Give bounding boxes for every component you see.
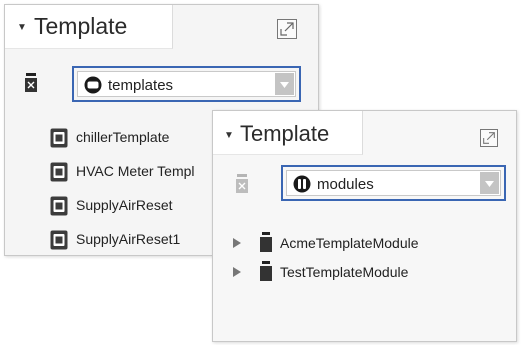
library-select[interactable]: modules xyxy=(281,165,506,201)
collapse-arrow-icon[interactable]: ▼ xyxy=(17,22,27,33)
jar-icon xyxy=(260,232,272,252)
tree-node-label: AcmeTemplateModule xyxy=(280,235,419,251)
library-select[interactable]: templates xyxy=(72,66,301,102)
expand-arrow-icon[interactable] xyxy=(233,267,241,277)
template-panel-modules: ▼ Template modules AcmeTemplateModule Te… xyxy=(212,110,517,342)
module-circle-icon xyxy=(293,175,311,193)
dropdown-button[interactable] xyxy=(480,172,499,194)
expand-icon[interactable] xyxy=(480,129,498,147)
tree-node-label: TestTemplateModule xyxy=(280,264,409,280)
list-item-label: SupplyAirReset1 xyxy=(76,231,181,247)
template-file-icon xyxy=(50,230,68,250)
tree-node[interactable]: AcmeTemplateModule xyxy=(233,232,493,254)
template-file-icon xyxy=(50,128,68,148)
jar-icon xyxy=(236,174,248,193)
list-item-label: SupplyAirReset xyxy=(76,197,173,213)
panel-header: ▼ Template xyxy=(5,5,318,53)
template-circle-icon xyxy=(84,76,102,94)
select-value: modules xyxy=(317,176,374,193)
select-value: templates xyxy=(108,77,174,94)
expand-icon[interactable] xyxy=(277,19,297,39)
chevron-down-icon xyxy=(485,181,494,187)
list-item-label: HVAC Meter Templ xyxy=(76,163,195,179)
expand-arrow-icon[interactable] xyxy=(233,238,241,248)
jar-icon xyxy=(260,261,272,281)
panel-title: Template xyxy=(240,121,330,146)
tree-node[interactable]: TestTemplateModule xyxy=(233,261,493,283)
list-item-label: chillerTemplate xyxy=(76,129,170,145)
collapse-arrow-icon[interactable]: ▼ xyxy=(224,130,234,141)
template-file-icon xyxy=(50,196,68,216)
template-file-icon xyxy=(50,162,68,182)
jar-icon xyxy=(25,73,37,92)
dropdown-button[interactable] xyxy=(275,73,294,95)
chevron-down-icon xyxy=(280,82,289,88)
panel-tab[interactable]: ▼ Template xyxy=(213,111,363,155)
panel-title: Template xyxy=(34,13,128,39)
panel-tab[interactable]: ▼ Template xyxy=(5,5,173,49)
panel-header: ▼ Template xyxy=(213,111,516,159)
